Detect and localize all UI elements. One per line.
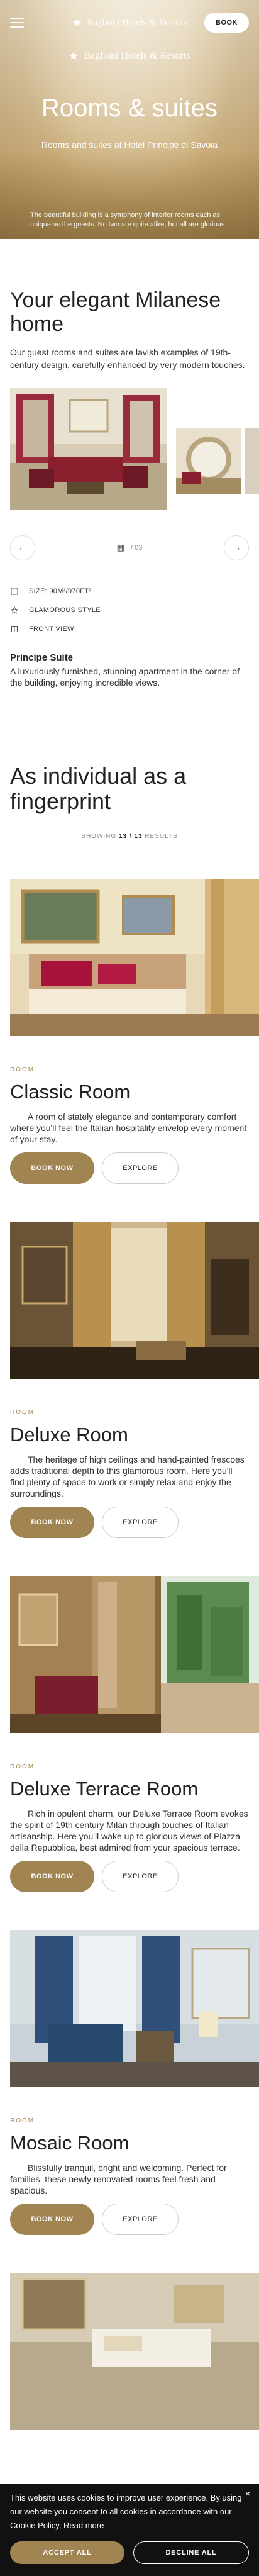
room-tag: ROOM: [10, 1066, 35, 1073]
book-now-button[interactable]: BOOK NOW: [10, 2204, 94, 2235]
room-image[interactable]: [10, 1576, 259, 1733]
room-title: Deluxe Terrace Room: [10, 1778, 199, 1800]
cookie-banner: × This website uses cookies to improve u…: [0, 2484, 259, 2576]
brand-logo[interactable]: Baglioni Hotels & Resorts: [72, 18, 187, 28]
gallery-navigation: ← ▦ / 03 →: [0, 535, 259, 560]
read-more-link[interactable]: Read more: [63, 2521, 104, 2530]
room-card: [0, 2273, 259, 2430]
feature-label: GLAMOROUS STYLE: [29, 606, 101, 614]
page-title: Rooms & suites: [41, 94, 218, 122]
gallery-image-side[interactable]: [176, 428, 241, 494]
room-actions: BOOK NOW EXPLORE: [0, 1152, 259, 1184]
room-description: The heritage of high ceilings and hand-p…: [10, 1454, 245, 1498]
decline-all-button[interactable]: DECLINE ALL: [133, 2541, 249, 2564]
room-title: Mosaic Room: [10, 2132, 130, 2154]
listing-heading: As individual as a fingerprint: [10, 763, 187, 814]
room-tag: ROOM: [10, 2117, 35, 2124]
intro-text: Our guest rooms and suites are lavish ex…: [10, 347, 245, 370]
feature-item: FRONT VIEW: [10, 620, 249, 638]
gallery-prev-button[interactable]: ←: [10, 535, 35, 560]
showing-value: 13 / 13: [118, 833, 143, 840]
room-title: Classic Room: [10, 1081, 131, 1103]
room-actions: BOOK NOW EXPLORE: [0, 1507, 259, 1538]
suite-name: Principe Suite: [10, 652, 74, 663]
book-now-button[interactable]: BOOK NOW: [10, 1861, 94, 1892]
gallery-image-main[interactable]: [10, 388, 167, 510]
crest-icon: [72, 18, 82, 28]
results-label: RESULTS: [145, 833, 178, 840]
room-card: ROOM Classic Room A room of stately eleg…: [0, 879, 259, 1184]
view-icon: [10, 625, 19, 633]
crest-icon: [69, 51, 79, 61]
room-tag: ROOM: [10, 1763, 35, 1770]
gallery-counter-text: / 03: [130, 544, 143, 552]
explore-button[interactable]: EXPLORE: [102, 2204, 179, 2235]
menu-icon[interactable]: [10, 18, 24, 28]
room-description: A room of stately elegance and contempor…: [10, 1112, 247, 1144]
cookie-message: This website uses cookies to improve use…: [10, 2493, 242, 2530]
accept-all-button[interactable]: ACCEPT ALL: [10, 2541, 124, 2564]
feature-item: SIZE: 90M²/970FT²: [10, 582, 249, 601]
gallery-image-peek: [245, 428, 259, 494]
room-card: ROOM Mosaic Room Blissfully tranquil, br…: [0, 1930, 259, 2235]
suite-info: Principe Suite A luxuriously furnished, …: [0, 652, 259, 688]
size-icon: [10, 587, 19, 596]
suite-features: SIZE: 90M²/970FT² GLAMOROUS STYLE FRONT …: [0, 582, 259, 638]
room-card: ROOM Deluxe Terrace Room Rich in opulent…: [0, 1576, 259, 1892]
room-actions: BOOK NOW EXPLORE: [0, 2204, 259, 2235]
brand-name: Baglioni Hotels & Resorts: [87, 17, 187, 28]
explore-button[interactable]: EXPLORE: [102, 1861, 179, 1892]
room-title: Deluxe Room: [10, 1424, 128, 1446]
hero-description: The beautiful building is a symphony of …: [30, 211, 227, 228]
book-button[interactable]: BOOK: [204, 13, 249, 33]
cookie-actions: ACCEPT ALL DECLINE ALL: [10, 2541, 249, 2564]
explore-button[interactable]: EXPLORE: [102, 1152, 179, 1184]
book-now-button[interactable]: BOOK NOW: [10, 1507, 94, 1538]
feature-item: GLAMOROUS STYLE: [10, 601, 249, 620]
room-description: Rich in opulent charm, our Deluxe Terrac…: [10, 1809, 248, 1853]
feature-label: FRONT VIEW: [29, 625, 74, 633]
room-description: Blissfully tranquil, bright and welcomin…: [10, 2163, 227, 2195]
showing-label: SHOWING: [81, 833, 117, 840]
hero-section: Baglioni Hotels & Resorts BOOK Baglioni …: [0, 0, 259, 239]
book-now-button[interactable]: BOOK NOW: [10, 1152, 94, 1184]
suite-gallery: [0, 388, 259, 510]
rooms-listing-header: As individual as a fingerprint SHOWING 1…: [0, 688, 259, 840]
results-count: SHOWING 13 / 13 RESULTS: [10, 833, 249, 840]
suite-text: A luxuriously furnished, stunning apartm…: [10, 666, 240, 688]
grid-icon[interactable]: ▦: [117, 543, 124, 553]
room-card: ROOM Deluxe Room The heritage of high ce…: [0, 1222, 259, 1538]
hero-logo: Baglioni Hotels & Resorts: [0, 50, 259, 62]
explore-button[interactable]: EXPLORE: [102, 1507, 179, 1538]
cookie-text: This website uses cookies to improve use…: [10, 2491, 249, 2533]
room-tag: ROOM: [10, 1409, 35, 1416]
page-subtitle: Rooms and suites at Hotel Principe di Sa…: [41, 140, 218, 150]
feature-label: SIZE: 90M²/970FT²: [29, 588, 92, 595]
gallery-next-button[interactable]: →: [224, 535, 249, 560]
top-navigation: Baglioni Hotels & Resorts BOOK: [0, 0, 259, 45]
hero-brand-name: Baglioni Hotels & Resorts: [84, 50, 190, 61]
room-image[interactable]: [10, 879, 259, 1036]
room-image[interactable]: [10, 1930, 259, 2087]
room-image[interactable]: [10, 1222, 259, 1379]
gallery-counter: ▦ / 03: [117, 543, 143, 553]
room-image[interactable]: [10, 2273, 259, 2430]
intro-heading: Your elegant Milanese home: [10, 288, 221, 336]
close-icon[interactable]: ×: [245, 2489, 250, 2499]
room-actions: BOOK NOW EXPLORE: [0, 1861, 259, 1892]
style-icon: [10, 606, 19, 615]
intro-section: Your elegant Milanese home Our guest roo…: [0, 239, 259, 371]
